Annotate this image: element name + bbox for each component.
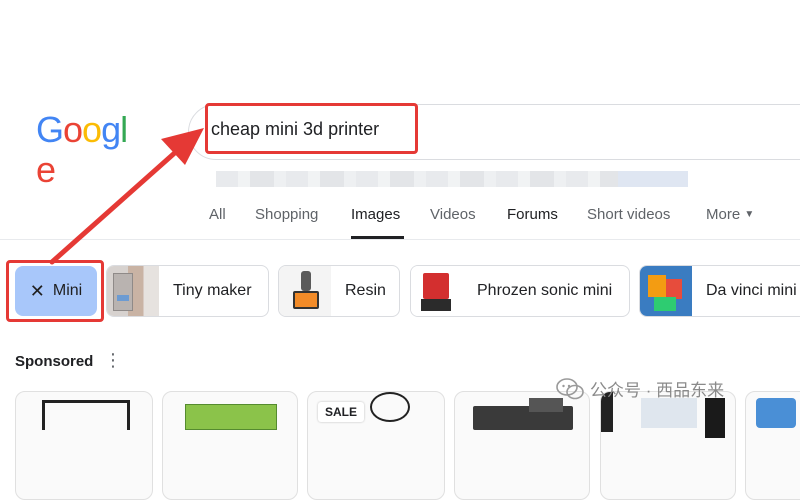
chat-bubble-icon xyxy=(556,377,584,399)
sale-badge: SALE xyxy=(318,402,364,422)
chip-da-vinci-mini[interactable]: Da vinci mini xyxy=(639,265,800,317)
search-highlight-box xyxy=(205,103,418,154)
chip-label: Da vinci mini xyxy=(706,282,797,299)
watermark: 公众号 · 西品东来 xyxy=(556,376,724,401)
logo-letter: G xyxy=(36,109,64,150)
more-options-icon[interactable]: ⋮ xyxy=(104,351,122,369)
product-card[interactable] xyxy=(600,391,736,500)
logo-letter: g xyxy=(101,109,121,150)
google-logo[interactable]: Googl e xyxy=(36,109,140,190)
product-card[interactable] xyxy=(162,391,298,500)
tab-short-videos[interactable]: Short videos xyxy=(587,206,670,223)
chip-thumbnail xyxy=(107,266,159,316)
logo-letter: o xyxy=(82,109,102,150)
chip-tiny-maker[interactable]: Tiny maker xyxy=(106,265,269,317)
chip-highlight-box xyxy=(6,260,104,322)
caret-down-icon: ▼ xyxy=(744,209,755,220)
chip-resin[interactable]: Resin xyxy=(278,265,400,317)
logo-letter: e xyxy=(36,149,56,190)
tab-forums[interactable]: Forums xyxy=(507,206,558,223)
product-card[interactable] xyxy=(15,391,153,500)
sponsored-heading: Sponsored xyxy=(15,353,94,370)
tab-more[interactable]: More ▼ xyxy=(706,206,754,223)
chip-thumbnail xyxy=(640,266,692,316)
chip-phrozen-sonic-mini[interactable]: Phrozen sonic mini xyxy=(410,265,630,317)
logo-letter: o xyxy=(63,109,83,150)
chip-thumbnail xyxy=(411,266,463,316)
tab-more-label: More xyxy=(706,206,741,223)
tab-videos[interactable]: Videos xyxy=(430,206,476,223)
chip-label: Resin xyxy=(345,282,386,299)
logo-letter: l xyxy=(120,109,128,150)
watermark-text: 公众号 · 西品东来 xyxy=(590,381,725,400)
chip-label: Phrozen sonic mini xyxy=(477,282,613,299)
search-tabs: All Shopping Images Videos Forums Short … xyxy=(0,200,800,240)
product-card[interactable] xyxy=(745,391,800,500)
tab-all[interactable]: All xyxy=(209,206,226,223)
tabs-divider xyxy=(0,239,800,240)
chip-thumbnail xyxy=(279,266,331,316)
product-card[interactable] xyxy=(454,391,590,500)
tab-images[interactable]: Images xyxy=(351,206,400,223)
tab-shopping[interactable]: Shopping xyxy=(255,206,318,223)
chip-label: Tiny maker xyxy=(173,282,252,299)
redacted-bar xyxy=(216,171,688,187)
